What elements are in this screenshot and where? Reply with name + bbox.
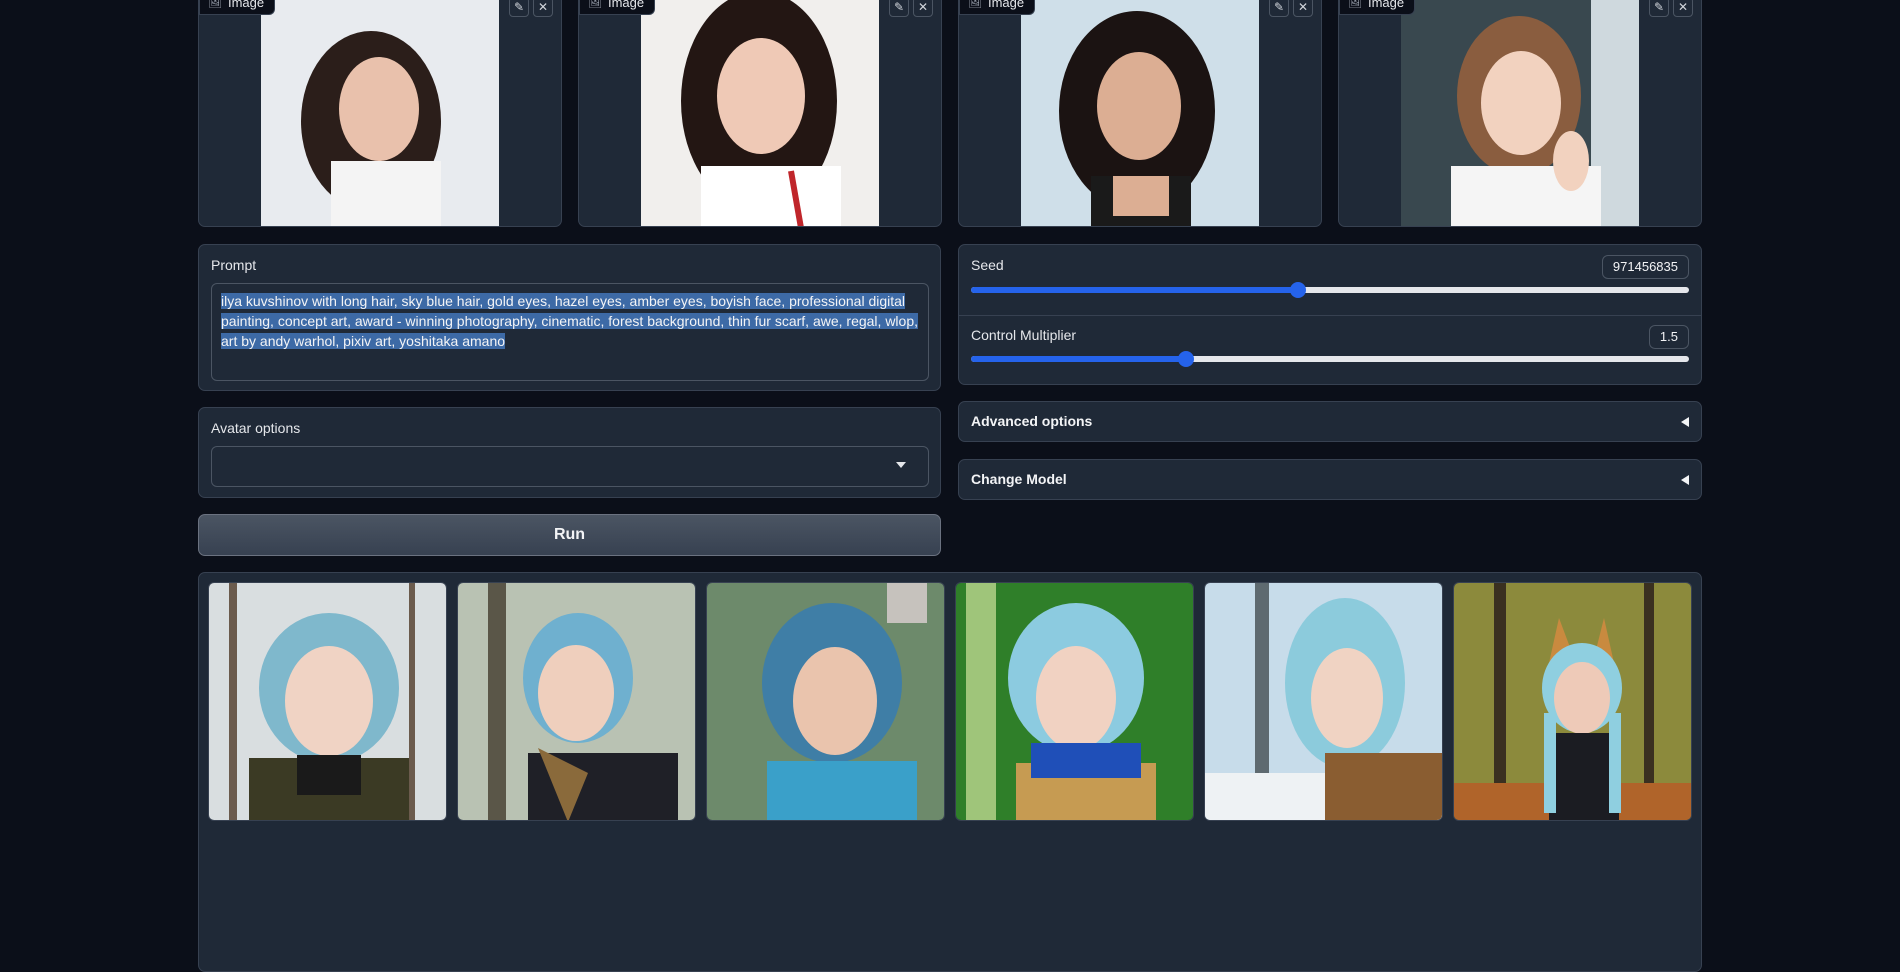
avatar-options-panel: Avatar options [198,407,941,498]
seed-input[interactable]: 971456835 [1601,255,1689,279]
input-photo [641,0,879,226]
control-multiplier-slider[interactable] [971,351,1689,367]
control-multiplier-label: Control Multiplier [971,327,1077,343]
image-icon: 🖼 [208,0,222,9]
gallery-item[interactable] [706,582,945,821]
image-icon: 🖼 [968,0,982,9]
chevron-down-icon [896,462,906,468]
input-photo [261,0,499,226]
gallery-item[interactable] [955,582,1194,821]
change-model-accordion[interactable]: Change Model [958,459,1702,500]
gallery-item[interactable] [1204,582,1443,821]
image-icon: 🖼 [1348,0,1362,9]
close-icon[interactable]: ✕ [913,0,933,17]
seed-label: Seed [971,257,1004,273]
control-multiplier-slider-thumb[interactable] [1178,351,1195,367]
input-image-4[interactable]: 🖼 Image ✎ ✕ [1338,0,1702,227]
run-button[interactable]: Run [198,514,941,556]
control-multiplier-input[interactable]: 1.5 [1648,325,1689,349]
input-image-1[interactable]: 🖼 Image ✎ ✕ [198,0,562,227]
change-model-label: Change Model [971,471,1067,487]
edit-icon[interactable]: ✎ [1649,0,1669,17]
edit-icon[interactable]: ✎ [509,0,529,17]
image-label: 🖼 Image [1339,0,1416,15]
input-photo [1021,0,1259,226]
avatar-options-dropdown[interactable] [211,446,929,487]
prompt-label: Prompt [211,257,257,273]
seed-slider[interactable] [971,282,1689,298]
advanced-options-label: Advanced options [971,413,1093,429]
image-label: 🖼 Image [579,0,656,15]
close-icon[interactable]: ✕ [533,0,553,17]
input-photo [1401,0,1639,226]
advanced-options-accordion[interactable]: Advanced options [958,401,1702,442]
close-icon[interactable]: ✕ [1293,0,1313,17]
prompt-input[interactable] [211,283,929,381]
gallery-item[interactable] [208,582,447,821]
input-image-2[interactable]: 🖼 Image ✎ ✕ [578,0,942,227]
edit-icon[interactable]: ✎ [1269,0,1289,17]
avatar-options-label: Avatar options [211,420,301,436]
image-icon: 🖼 [588,0,602,9]
input-image-3[interactable]: 🖼 Image ✎ ✕ [958,0,1322,227]
image-label: 🖼 Image [959,0,1036,15]
seed-row: Seed 971456835 [959,245,1701,315]
close-icon[interactable]: ✕ [1673,0,1693,17]
sliders-panel: Seed 971456835 Control Multiplier 1.5 [958,244,1702,385]
seed-slider-thumb[interactable] [1289,282,1306,298]
control-multiplier-row: Control Multiplier 1.5 [959,316,1701,386]
edit-icon[interactable]: ✎ [889,0,909,17]
collapse-arrow-icon [1681,475,1689,485]
prompt-panel: Prompt ilya kuvshinov with long hair, sk… [198,244,941,391]
output-gallery [198,572,1702,972]
control-multiplier-slider-fill [971,356,1187,362]
collapse-arrow-icon [1681,417,1689,427]
image-label: 🖼 Image [199,0,276,15]
seed-slider-fill [971,287,1298,293]
gallery-item[interactable] [457,582,696,821]
gallery-item[interactable] [1453,582,1692,821]
